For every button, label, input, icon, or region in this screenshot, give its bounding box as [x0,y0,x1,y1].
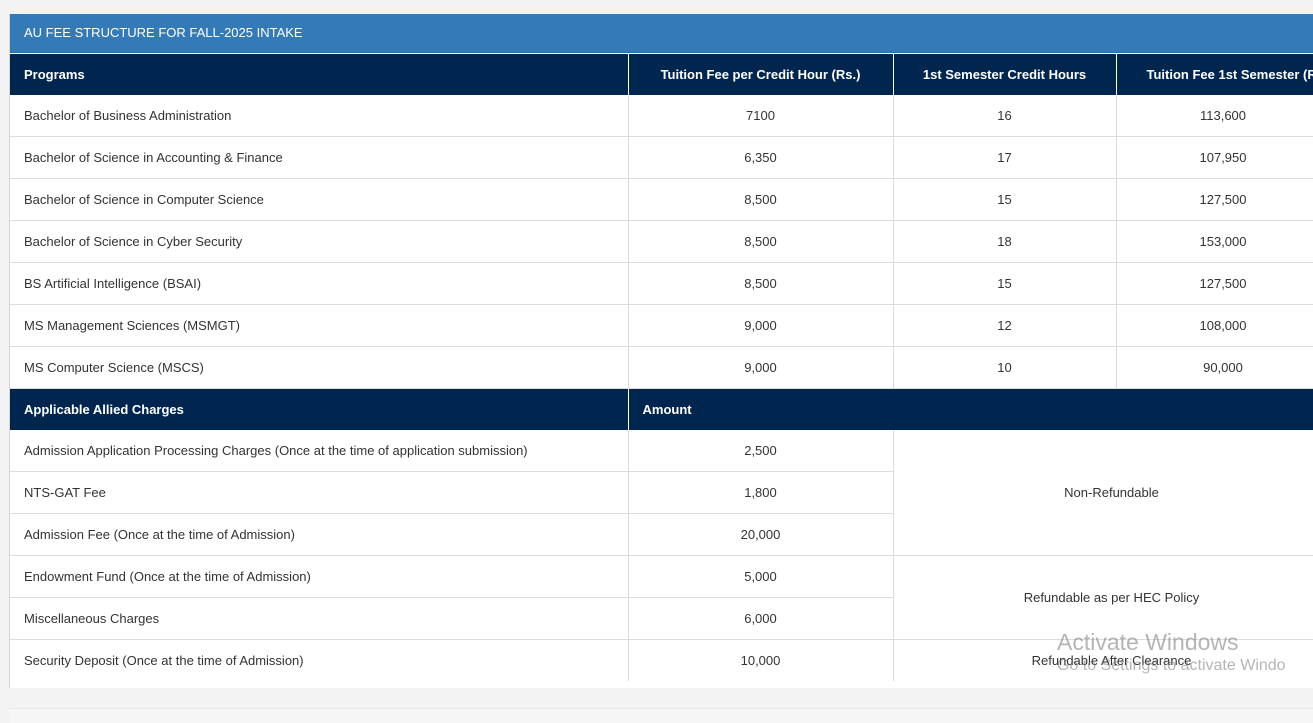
fee-per-credit: 8,500 [628,178,894,221]
program-name: Bachelor of Science in Accounting & Fina… [10,136,629,179]
credit-hours: 17 [893,136,1117,179]
table-row: MS Computer Science (MSCS) 9,000 10 90,0… [10,346,1313,389]
charge-amount: 20,000 [628,513,894,556]
charge-name: Security Deposit (Once at the time of Ad… [10,639,629,681]
charge-amount: 1,800 [628,471,894,514]
table-row: Bachelor of Business Administration 7100… [10,95,1313,137]
charge-amount: 10,000 [628,639,894,681]
table-row: MS Management Sciences (MSMGT) 9,000 12 … [10,304,1313,347]
credit-hours: 15 [893,262,1117,305]
charges-header-row: Applicable Allied Charges Amount [10,388,1313,430]
table-row: Bachelor of Science in Computer Science … [10,178,1313,221]
fee-per-credit: 9,000 [628,346,894,389]
header-semester-fee: Tuition Fee 1st Semester (R [1116,53,1313,95]
semester-fee: 90,000 [1116,346,1313,389]
header-allied-charges: Applicable Allied Charges [10,388,629,430]
page-gap [0,688,1313,708]
table-row: Endowment Fund (Once at the time of Admi… [10,555,1313,640]
table-row: Bachelor of Science in Cyber Security 8,… [10,220,1313,263]
table-row: BS Artificial Intelligence (BSAI) 8,500 … [10,262,1313,305]
semester-fee: 107,950 [1116,136,1313,179]
header-credit-hours: 1st Semester Credit Hours [893,53,1117,95]
next-panel-edge [9,708,1313,723]
fee-per-credit: 6,350 [628,136,894,179]
credit-hours: 18 [893,220,1117,263]
semester-fee: 127,500 [1116,178,1313,221]
credit-hours: 12 [893,304,1117,347]
charge-name: Endowment Fund (Once at the time of Admi… [10,555,629,598]
table-row: Bachelor of Science in Accounting & Fina… [10,136,1313,179]
charge-name: Admission Application Processing Charges… [10,430,629,472]
semester-fee: 113,600 [1116,95,1313,137]
program-header-row: Programs Tuition Fee per Credit Hour (Rs… [10,53,1313,95]
semester-fee: 153,000 [1116,220,1313,263]
header-programs: Programs [10,53,629,95]
fee-per-credit: 9,000 [628,304,894,347]
program-name: Bachelor of Business Administration [10,95,629,137]
credit-hours: 16 [893,95,1117,137]
header-amount: Amount [628,388,1313,430]
charge-name: Miscellaneous Charges [10,597,629,640]
semester-fee: 108,000 [1116,304,1313,347]
charge-amount: 5,000 [628,555,894,598]
program-name: MS Management Sciences (MSMGT) [10,304,629,347]
table-row: Admission Application Processing Charges… [10,430,1313,556]
credit-hours: 15 [893,178,1117,221]
program-name: Bachelor of Science in Cyber Security [10,220,629,263]
refundable-hec-note: Refundable as per HEC Policy [893,555,1313,640]
program-name: MS Computer Science (MSCS) [10,346,629,389]
non-refundable-note: Non-Refundable [893,430,1313,556]
refundable-clearance-note: Refundable After Clearance [893,639,1313,681]
fee-per-credit: 7100 [628,95,894,137]
fee-table: Programs Tuition Fee per Credit Hour (Rs… [10,53,1313,681]
program-name: Bachelor of Science in Computer Science [10,178,629,221]
fee-structure-panel: AU FEE STRUCTURE FOR FALL-2025 INTAKE Pr… [9,14,1313,689]
fee-per-credit: 8,500 [628,262,894,305]
charge-amount: 6,000 [628,597,894,640]
charge-amount: 2,500 [628,430,894,472]
credit-hours: 10 [893,346,1117,389]
table-row: Security Deposit (Once at the time of Ad… [10,639,1313,681]
semester-fee: 127,500 [1116,262,1313,305]
panel-title: AU FEE STRUCTURE FOR FALL-2025 INTAKE [10,14,1313,53]
fee-per-credit: 8,500 [628,220,894,263]
charge-name: Admission Fee (Once at the time of Admis… [10,513,629,556]
program-name: BS Artificial Intelligence (BSAI) [10,262,629,305]
header-fee-per-credit: Tuition Fee per Credit Hour (Rs.) [628,53,894,95]
charge-name: NTS-GAT Fee [10,471,629,514]
